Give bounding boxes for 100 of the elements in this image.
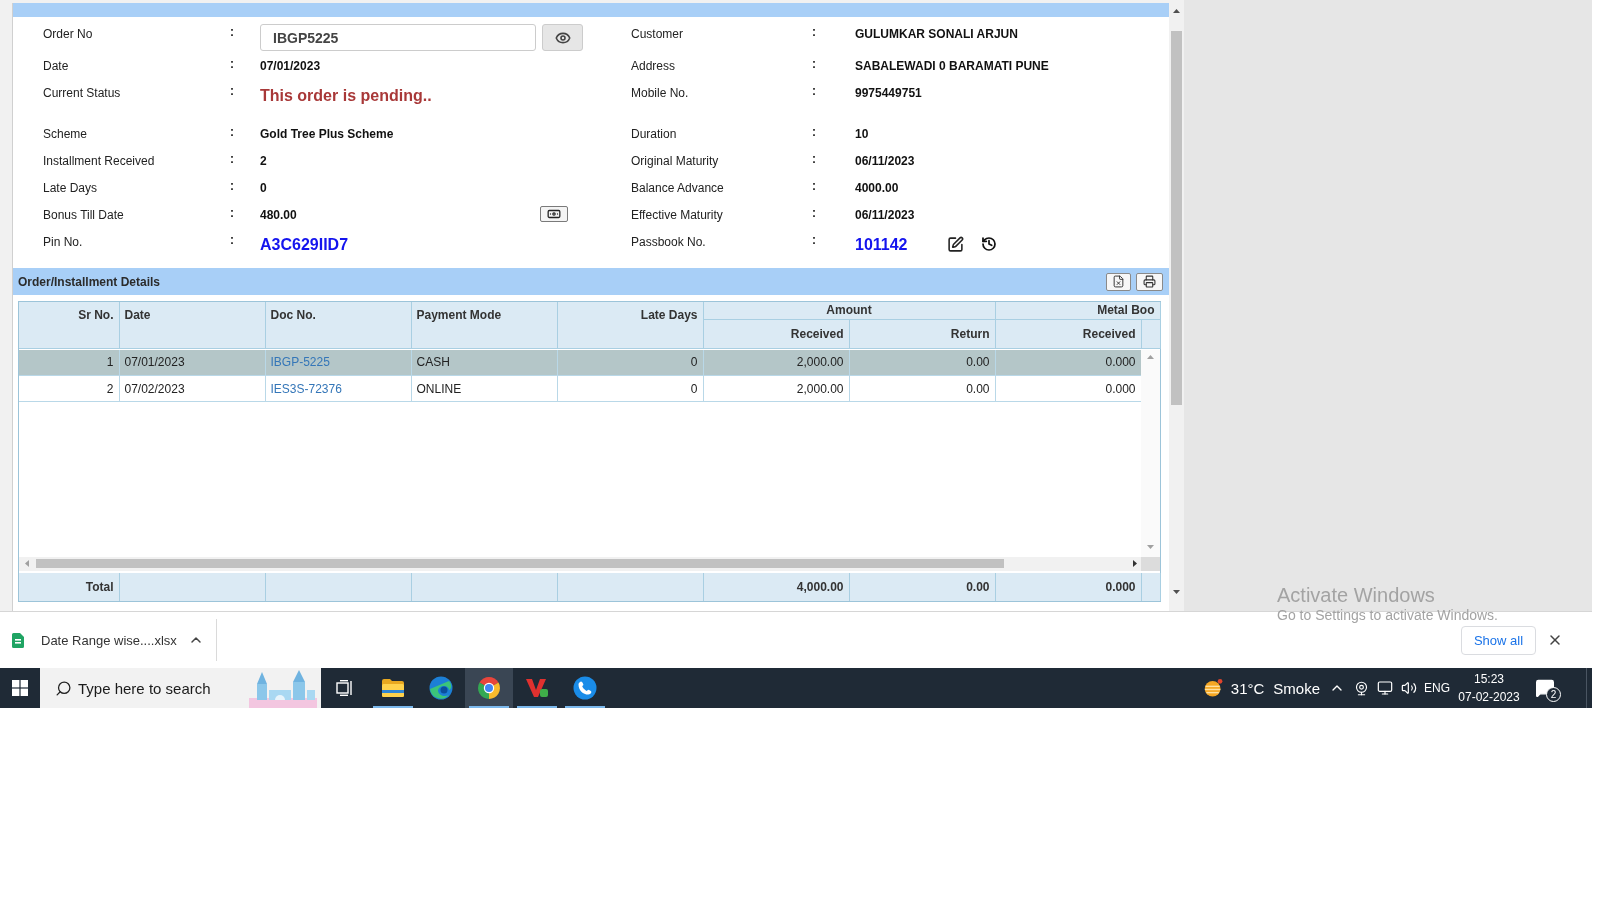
status-text: This order is pending.. (260, 86, 432, 105)
field-separator: : (812, 152, 816, 166)
field-value: 06/11/2023 (855, 208, 915, 222)
windows-logo-icon (12, 680, 28, 696)
table-row[interactable]: 1 07/01/2023 IBGP-5225 CASH 0 2,000.00 0.00 0.000 (19, 349, 1141, 376)
column-group-header: Metal Boo (995, 302, 1160, 319)
field-value: 480.00 (260, 208, 298, 222)
arrow-down-icon (1147, 544, 1154, 549)
arrow-right-icon (1133, 560, 1137, 567)
total-label: Total (19, 572, 119, 601)
activation-message: Go to Settings to activate Windows. (1277, 607, 1498, 624)
task-view-icon (336, 680, 354, 696)
order-number-field[interactable]: IBGP5225 (260, 24, 536, 51)
field-label: Duration (631, 127, 677, 141)
table-cell: 0.00 (849, 375, 995, 402)
weather-button[interactable]: 31°C Smoke (1200, 668, 1320, 708)
table-row[interactable]: 2 07/02/2023 IES3S-72376 ONLINE 0 2,000.00 0.00 0.000 (19, 375, 1141, 402)
field-label: Original Maturity (631, 154, 719, 168)
scrollbar-thumb[interactable] (36, 559, 1004, 568)
webcam-icon[interactable] (1353, 680, 1369, 696)
field-value: Gold Tree Plus Scheme (260, 127, 394, 141)
field-value: 06/11/2023 (855, 154, 915, 168)
field-separator: : (230, 57, 234, 71)
language-button[interactable]: ENG (1421, 668, 1453, 708)
bonus-button[interactable] (540, 206, 568, 222)
field-value: 10 (855, 127, 869, 141)
v-logo-icon (525, 677, 549, 699)
arrow-up-icon (1147, 354, 1154, 359)
table-cell: 2,000.00 (703, 375, 849, 402)
notifications-button[interactable]: 2 (1525, 668, 1565, 708)
field-separator: : (230, 25, 234, 39)
table-cell: 07/02/2023 (119, 375, 265, 402)
view-button[interactable] (542, 24, 583, 51)
scrollbar-thumb[interactable] (1171, 31, 1182, 405)
field-label: Bonus Till Date (43, 208, 124, 222)
doc-link[interactable]: IES3S-72376 (270, 381, 342, 396)
horizontal-scrollbar[interactable] (19, 556, 1141, 571)
history-icon[interactable] (981, 236, 997, 252)
field-value: 9975449751 (855, 86, 922, 100)
field-label: Order No (43, 27, 93, 41)
column-header: Sr No. (19, 302, 119, 348)
field-label: Pin No. (43, 235, 83, 249)
column-group-header: Amount (703, 302, 995, 319)
table-cell: 0 (557, 375, 703, 402)
passbook-number: 101142 (855, 235, 909, 254)
field-separator: : (812, 233, 816, 247)
message-icon (1535, 678, 1555, 698)
notification-badge: 2 (1546, 687, 1561, 702)
activation-title: Activate Windows (1277, 583, 1435, 607)
table-cell: CASH (411, 349, 557, 376)
close-button[interactable] (1547, 632, 1563, 648)
field-label: Balance Advance (631, 181, 724, 195)
field-separator: : (812, 84, 816, 98)
print-button[interactable] (1136, 272, 1163, 291)
field-separator: : (230, 152, 234, 166)
table-cell: 2 (19, 375, 119, 402)
field-separator: : (230, 179, 234, 193)
clock-button[interactable]: 15:23 07-02-2023 (1453, 668, 1525, 708)
field-separator: : (230, 233, 234, 247)
field-label: Date (43, 59, 69, 73)
field-label: Effective Maturity (631, 208, 723, 222)
field-separator: : (230, 84, 234, 98)
printer-icon (1143, 275, 1156, 288)
column-header: Date (119, 302, 265, 348)
table-cell: 1 (19, 349, 119, 376)
export-button[interactable] (1106, 272, 1131, 291)
column-header: Received (703, 319, 849, 348)
search-input[interactable]: Type here to search (78, 679, 228, 697)
total-value: 4,000.00 (703, 572, 849, 601)
table-cell: 2,000.00 (703, 349, 849, 376)
speaker-icon[interactable] (1401, 680, 1417, 696)
pin-code: A3C629IID7 (260, 235, 349, 254)
phone-icon (573, 676, 597, 700)
column-header: Return (849, 319, 995, 348)
field-separator: : (812, 125, 816, 139)
field-label: Installment Received (43, 154, 155, 168)
monitor-icon[interactable] (1377, 680, 1393, 696)
total-value: 0.000 (995, 572, 1141, 601)
vertical-scrollbar[interactable] (1169, 0, 1184, 611)
download-item[interactable]: Date Range wise....xlsx (12, 632, 177, 648)
field-separator: : (812, 179, 816, 193)
table-cell: 0.00 (849, 349, 995, 376)
field-separator: : (230, 125, 234, 139)
show-all-button[interactable]: Show all (1461, 625, 1536, 655)
field-value: 0 (260, 181, 267, 195)
field-label: Address (631, 59, 676, 73)
field-value: 07/01/2023 (260, 59, 321, 73)
banknote-icon (547, 207, 561, 221)
field-separator: : (812, 57, 816, 71)
total-value: 0.00 (849, 572, 995, 601)
edit-icon[interactable] (947, 236, 964, 253)
table-cell: ONLINE (411, 375, 557, 402)
document-x-icon (1112, 275, 1125, 288)
table-vertical-scrollbar[interactable] (1141, 349, 1160, 557)
search-icon (55, 679, 72, 697)
table-cell: 0 (557, 349, 703, 376)
field-separator: : (812, 206, 816, 220)
field-value: GULUMKAR SONALI ARJUN (855, 27, 1018, 41)
field-label: Passbook No. (631, 235, 706, 249)
file-icon (12, 632, 24, 648)
